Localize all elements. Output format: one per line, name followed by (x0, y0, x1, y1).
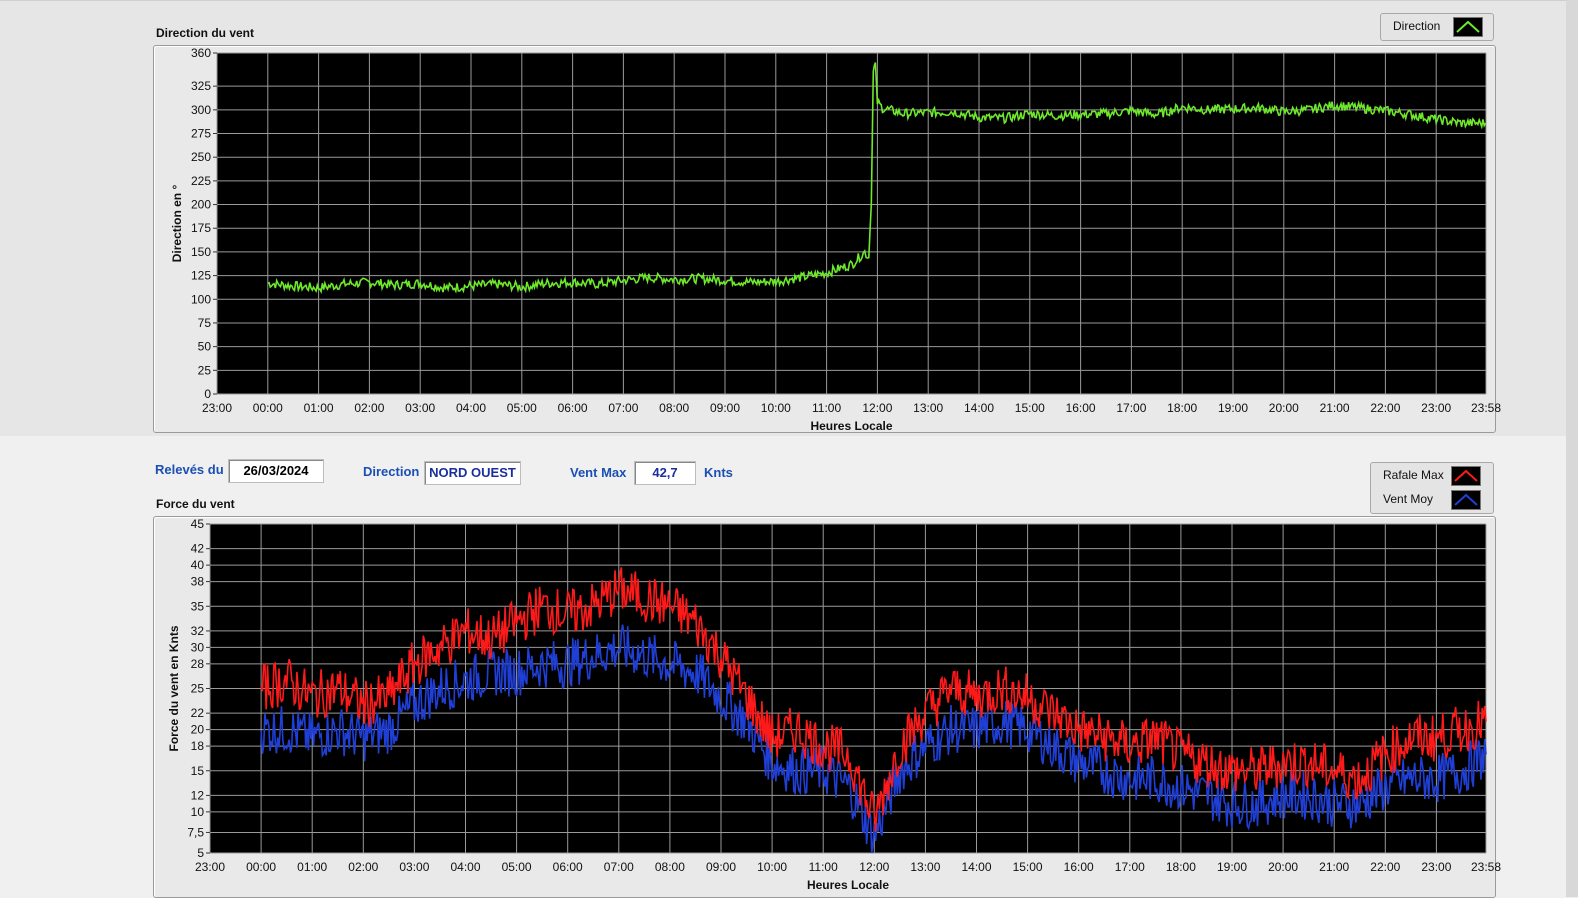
y-tick-label: 10 (191, 805, 205, 819)
x-tick-label: 23:00 (1421, 860, 1451, 874)
x-tick-label: 11:00 (809, 860, 838, 874)
y-tick-label: 45 (191, 517, 205, 531)
x-tick-label: 23:58 (1471, 860, 1501, 874)
x-tick-label: 03:00 (399, 860, 429, 874)
x-tick-label: 17:00 (1115, 860, 1145, 874)
y-tick-label: 25 (191, 682, 205, 696)
x-tick-label: 05:00 (502, 860, 532, 874)
y-tick-label: 40 (191, 558, 205, 572)
x-tick-label: 01:00 (297, 860, 327, 874)
y-tick-label: 18 (191, 739, 205, 753)
x-tick-label: 21:00 (1319, 860, 1349, 874)
x-tick-label: 18:00 (1166, 860, 1196, 874)
x-tick-label: 02:00 (348, 860, 378, 874)
x-tick-label: 15:00 (1013, 860, 1043, 874)
y-tick-label: 5 (197, 846, 204, 860)
x-tick-label: 14:00 (961, 860, 991, 874)
x-tick-label: 20:00 (1268, 860, 1298, 874)
x-tick-label: 22:00 (1370, 860, 1400, 874)
y-tick-label: 38 (191, 575, 205, 589)
y-tick-label: 7,5 (187, 825, 204, 839)
y-tick-label: 22 (191, 706, 205, 720)
x-tick-label: 00:00 (246, 860, 276, 874)
y-tick-label: 20 (191, 723, 205, 737)
x-tick-label: 16:00 (1064, 860, 1094, 874)
x-tick-label: 06:00 (553, 860, 583, 874)
x-tick-label: 23:00 (195, 860, 225, 874)
x-tick-label: 19:00 (1217, 860, 1247, 874)
y-tick-label: 30 (191, 640, 205, 654)
force-chart: 23:00 00:00 01:00 02:00 03:00 04:00 05:00 06:00… (167, 517, 1501, 892)
x-tick-label: 13:00 (910, 860, 940, 874)
x-tick-label: 08:00 (655, 860, 685, 874)
y-tick-label: 15 (191, 764, 205, 778)
y-tick-label: 12 (191, 788, 205, 802)
x-tick-label: 09:00 (706, 860, 736, 874)
x-axis-label: Heures Locale (807, 878, 889, 892)
y-axis-label: Force du vent en Knts (167, 625, 181, 751)
x-tick-label: 10:00 (757, 860, 787, 874)
y-tick-label: 32 (191, 624, 205, 638)
y-tick-label: 35 (191, 599, 205, 613)
y-tick-label: 42 (191, 542, 205, 556)
x-tick-label: 12:00 (859, 860, 889, 874)
y-tick-label: 28 (191, 657, 205, 671)
x-tick-label: 04:00 (450, 860, 480, 874)
x-tick-label: 07:00 (604, 860, 634, 874)
